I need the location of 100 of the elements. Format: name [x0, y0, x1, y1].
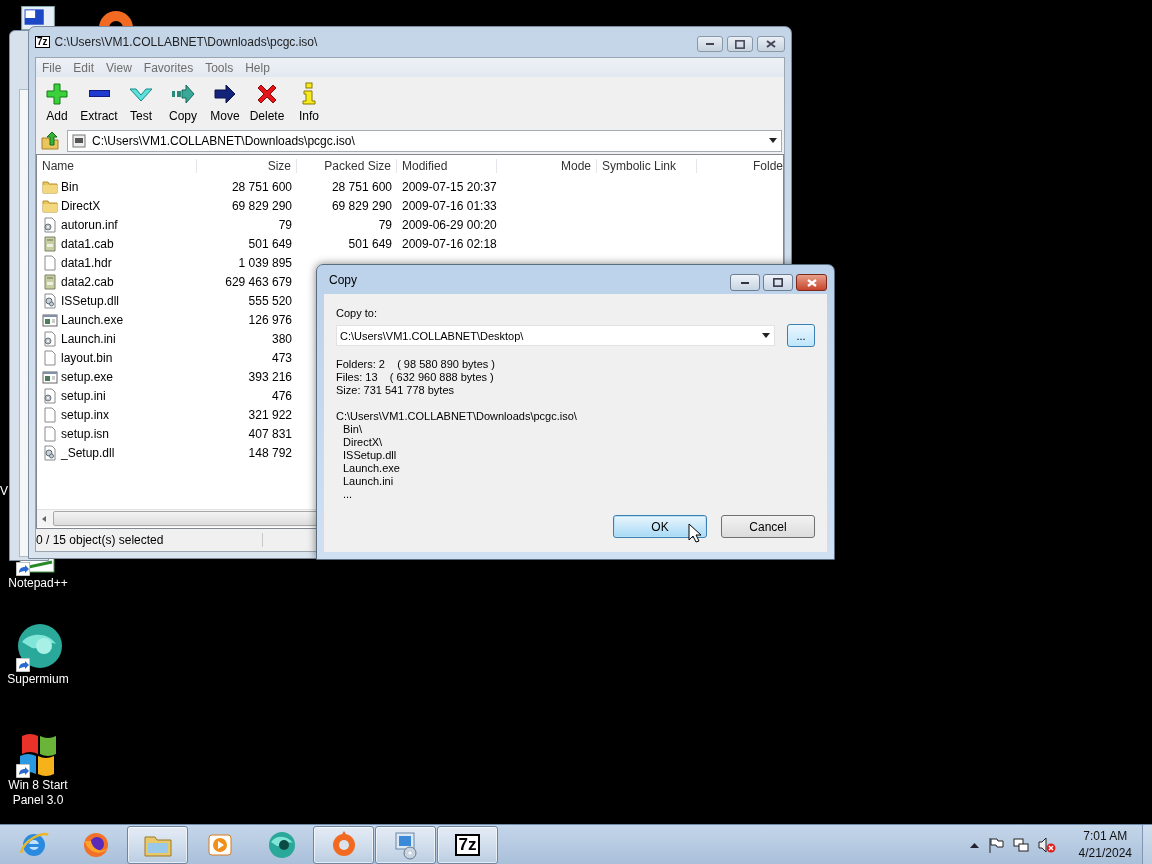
- menu-item[interactable]: Favorites: [137, 60, 200, 75]
- status-text: 0 / 15 object(s) selected: [36, 533, 263, 547]
- library-file-icon: [42, 444, 58, 461]
- clock-date[interactable]: 4/21/2024: [1078, 844, 1132, 862]
- icon-label: V: [0, 484, 8, 499]
- flag-icon[interactable]: [987, 836, 1004, 853]
- file-name[interactable]: layout.bin: [61, 350, 113, 365]
- minimize-button[interactable]: [730, 274, 760, 291]
- file-icon: [42, 406, 58, 423]
- shortcut-arrow-icon: [16, 764, 30, 778]
- table-cell-text: 148 792: [247, 445, 293, 460]
- shortcut-arrow-icon: [16, 562, 30, 576]
- toolbar-button[interactable]: Add: [36, 81, 78, 123]
- column-header[interactable]: Symbolic Link: [597, 159, 697, 173]
- archive-file-icon: [72, 133, 86, 148]
- menu-item[interactable]: File: [36, 60, 68, 75]
- taskbar-button[interactable]: 7z: [437, 825, 498, 864]
- file-name[interactable]: setup.isn: [61, 426, 110, 441]
- icon-label: Supermium: [6, 672, 70, 687]
- file-name[interactable]: Launch.ini: [61, 331, 116, 346]
- table-cell-text: 69 829 290: [230, 198, 293, 213]
- file-name[interactable]: data2.cab: [61, 274, 114, 289]
- file-name[interactable]: setup.exe: [61, 369, 114, 384]
- file-name[interactable]: ISSetup.dll: [61, 293, 120, 308]
- toolbar-button[interactable]: Test: [120, 81, 162, 123]
- table-cell-text: 79: [277, 217, 293, 232]
- toolbar-button[interactable]: Extract: [78, 81, 120, 123]
- minimize-button[interactable]: [697, 36, 723, 52]
- program-file-icon: [42, 368, 58, 385]
- column-header[interactable]: Name: [37, 159, 197, 173]
- shortcut-arrow-icon: [16, 658, 30, 672]
- toolbar-button[interactable]: Move: [204, 81, 246, 123]
- file-name[interactable]: autorun.inf: [61, 217, 118, 232]
- menu-item[interactable]: Help: [239, 60, 276, 75]
- file-name[interactable]: Launch.exe: [61, 312, 124, 327]
- muted-speaker-icon[interactable]: [1037, 836, 1056, 853]
- toolbar-button[interactable]: Delete: [246, 81, 288, 123]
- table-cell-text: 321 922: [247, 407, 293, 422]
- file-name[interactable]: data1.cab: [61, 236, 114, 251]
- destination-combo[interactable]: C:\Users\VM1.COLLABNET\Desktop\: [336, 325, 775, 346]
- maximize-button[interactable]: [763, 274, 793, 291]
- menu-item[interactable]: Tools: [199, 60, 240, 75]
- column-header[interactable]: Mode: [497, 159, 597, 173]
- network-icon[interactable]: [1012, 836, 1029, 853]
- maximize-button[interactable]: [727, 36, 753, 52]
- folder-up-icon: [40, 130, 60, 151]
- minimize-icon: [741, 281, 749, 284]
- folder-icon: [42, 178, 58, 195]
- table-cell-text: 1 039 895: [237, 255, 293, 270]
- table-cell-text: 2009-07-15 20:37: [401, 179, 497, 194]
- taskbar-button[interactable]: [375, 825, 436, 864]
- file-name[interactable]: setup.inx: [61, 407, 110, 422]
- minus-icon: [88, 89, 110, 97]
- column-header[interactable]: Packed Size: [297, 159, 397, 173]
- file-name[interactable]: _Setup.dll: [61, 445, 115, 460]
- close-icon: [806, 278, 817, 287]
- menu-item[interactable]: View: [100, 60, 138, 75]
- cabinet-file-icon: [42, 273, 58, 290]
- dialog-button[interactable]: OK: [613, 515, 707, 538]
- source-path: C:\Users\VM1.COLLABNET\Downloads\pcgc.iso\: [336, 410, 578, 423]
- close-button[interactable]: [757, 36, 785, 52]
- table-cell-text: 126 976: [247, 312, 293, 327]
- plus-icon: [45, 81, 69, 106]
- file-icon: [42, 349, 58, 366]
- up-arrow-icon[interactable]: [969, 841, 979, 848]
- address-field[interactable]: C:\Users\VM1.COLLABNET\Downloads\pcgc.iso\: [67, 129, 782, 152]
- mouse-pointer-icon: [688, 523, 701, 543]
- source-item: Launch.ini: [342, 475, 395, 488]
- source-item: ISSetup.dll: [342, 449, 398, 462]
- file-name[interactable]: setup.ini: [61, 388, 106, 403]
- table-cell-text: 2009-07-16 01:33: [401, 198, 497, 213]
- source-item: DirectX\: [342, 436, 384, 449]
- column-header[interactable]: Size: [197, 159, 297, 173]
- menu-item[interactable]: Edit: [67, 60, 101, 75]
- file-name[interactable]: DirectX: [61, 198, 101, 213]
- column-header[interactable]: Folde: [697, 159, 783, 173]
- settings-file-icon: [42, 330, 58, 347]
- column-header[interactable]: Modified: [397, 159, 497, 173]
- clock-time[interactable]: 7:01 AM: [1083, 827, 1128, 845]
- taskbar-button[interactable]: [313, 825, 374, 864]
- browse-button[interactable]: ...: [787, 324, 815, 347]
- app-logo: 7z: [35, 36, 50, 48]
- maximize-icon: [735, 39, 745, 49]
- table-cell-text: 629 463 679: [224, 274, 293, 289]
- close-button[interactable]: [796, 274, 827, 291]
- dropdown-arrow-icon: [769, 138, 777, 143]
- source-item: ...: [342, 488, 354, 501]
- app-logo: 7z: [454, 833, 481, 856]
- minimize-icon: [706, 43, 714, 45]
- dialog-button[interactable]: Cancel: [721, 515, 815, 538]
- show-desktop-button[interactable]: [1142, 824, 1152, 864]
- table-cell-text: 555 520: [247, 293, 293, 308]
- dialog-title: Copy: [328, 272, 358, 287]
- taskbar-button[interactable]: [127, 825, 188, 864]
- maximize-icon: [773, 278, 783, 287]
- toolbar-button[interactable]: Copy: [162, 81, 204, 123]
- file-name[interactable]: Bin: [61, 179, 79, 194]
- toolbar-button[interactable]: Info: [288, 81, 330, 123]
- file-name[interactable]: data1.hdr: [61, 255, 112, 270]
- table-cell-text: 501 649: [347, 236, 393, 251]
